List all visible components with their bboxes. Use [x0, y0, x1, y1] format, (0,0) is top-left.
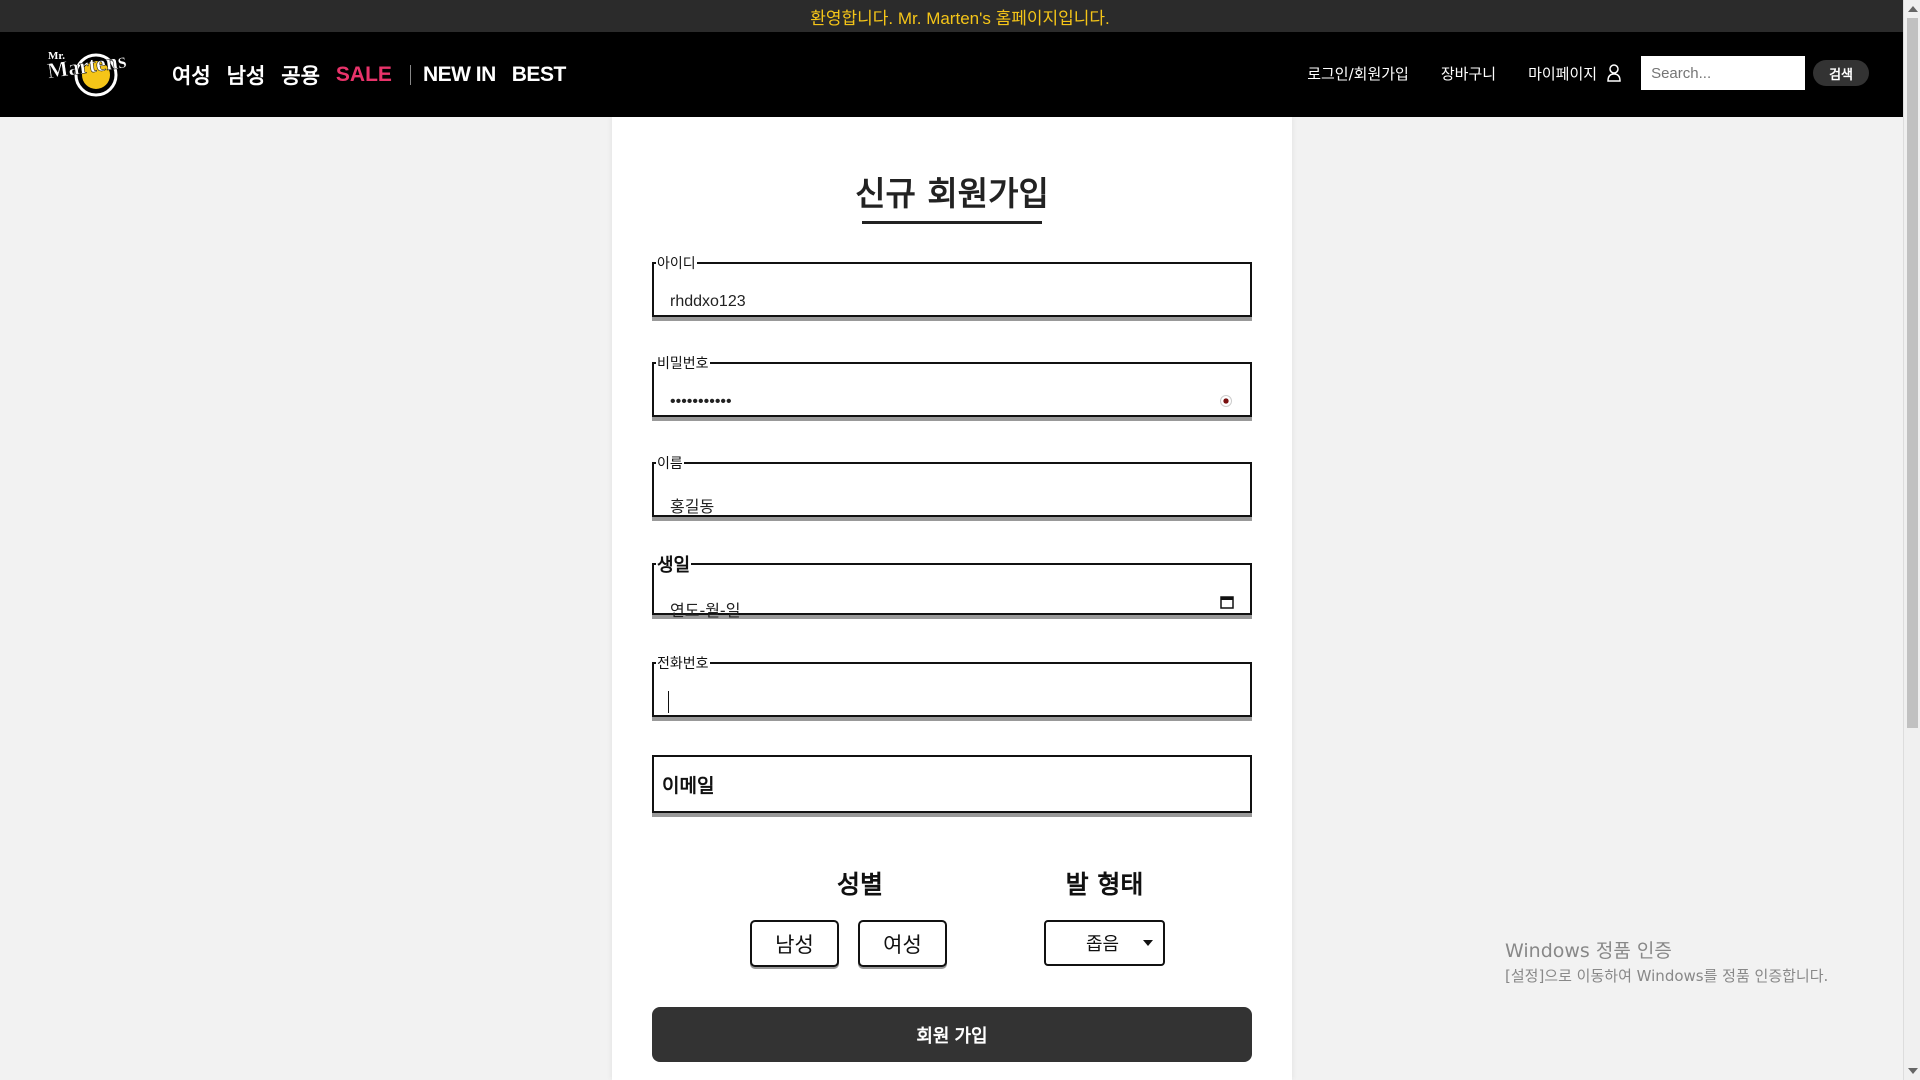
- windows-activation-watermark: Windows 정품 인증 [설정]으로 이동하여 Windows를 정품 인증…: [1505, 936, 1828, 986]
- announcement-text: 환영합니다. Mr. Marten's 홈페이지입니다.: [810, 8, 1110, 28]
- gender-female-button[interactable]: 여성: [858, 920, 947, 967]
- watermark-title: Windows 정품 인증: [1505, 940, 1672, 962]
- password-field[interactable]: 비밀번호 •••••••••••: [652, 353, 1252, 417]
- id-field[interactable]: 아이디 rhddxo123: [652, 253, 1252, 317]
- nav-new-in[interactable]: NEW IN: [423, 63, 496, 87]
- name-value: 홍길동: [670, 497, 715, 516]
- nav-divider: [409, 65, 411, 85]
- name-field[interactable]: 이름 홍길동: [652, 453, 1252, 517]
- text-caret: [668, 691, 669, 713]
- vertical-scrollbar[interactable]: [1903, 0, 1920, 1080]
- id-label: 아이디: [657, 256, 696, 272]
- foot-type-select[interactable]: 좁음: [1044, 920, 1165, 966]
- mypage-label: 마이페이지: [1528, 64, 1598, 83]
- foot-type-value: 좁음: [1086, 934, 1120, 955]
- dropdown-arrow-icon: [1143, 940, 1153, 946]
- scroll-up-icon[interactable]: [1908, 6, 1918, 12]
- name-label: 이름: [657, 456, 683, 472]
- login-link[interactable]: 로그인/회원가입: [1307, 63, 1409, 84]
- birth-label: 생일: [657, 555, 691, 576]
- announcement-bar: 환영합니다. Mr. Marten's 홈페이지입니다.: [0, 0, 1920, 32]
- search-input[interactable]: [1641, 56, 1806, 90]
- nav-men[interactable]: 남성: [227, 60, 266, 90]
- scroll-down-icon[interactable]: [1908, 1068, 1918, 1074]
- password-value: •••••••••••: [670, 393, 732, 410]
- main-nav: 여성 남성 공용 SALE NEW IN BEST: [172, 60, 582, 90]
- nav-best[interactable]: BEST: [512, 63, 567, 87]
- nav-sale[interactable]: SALE: [336, 63, 392, 87]
- phone-field[interactable]: 전화번호: [652, 653, 1252, 717]
- phone-label: 전화번호: [657, 656, 709, 672]
- watermark-subtitle: [설정]으로 이동하여 Windows를 정품 인증합니다.: [1505, 967, 1829, 985]
- gender-male-button[interactable]: 남성: [750, 920, 839, 967]
- svg-text:Mr.: Mr.: [48, 50, 65, 62]
- foot-type-label: 발 형태: [1065, 870, 1144, 899]
- brand-logo[interactable]: Martens Mr.: [45, 47, 134, 97]
- email-field[interactable]: 이메일: [652, 755, 1252, 813]
- id-value: rhddxo123: [670, 293, 746, 310]
- birth-value: 연도-월-일: [670, 601, 741, 620]
- nav-unisex[interactable]: 공용: [281, 60, 320, 90]
- password-label: 비밀번호: [657, 356, 709, 372]
- page-title: 신규 회원가입: [855, 174, 1049, 213]
- signup-submit-button[interactable]: 회원 가입: [652, 1007, 1252, 1062]
- title-underline: [862, 221, 1042, 224]
- header-right: 로그인/회원가입 장바구니 마이페이지 검색: [1307, 56, 1869, 90]
- calendar-icon[interactable]: [1220, 595, 1234, 609]
- show-password-icon[interactable]: [1220, 395, 1232, 407]
- logo-icon: Martens Mr.: [45, 47, 129, 97]
- birth-field[interactable]: 생일 연도-월-일: [652, 551, 1252, 620]
- signup-card: 신규 회원가입 아이디 rhddxo123 비밀번호 ••••••••••• 이…: [612, 117, 1292, 1080]
- user-icon: [1607, 64, 1621, 82]
- gender-label: 성별: [836, 870, 883, 899]
- search-button[interactable]: 검색: [1813, 60, 1869, 86]
- nav-women[interactable]: 여성: [172, 60, 211, 90]
- scroll-thumb[interactable]: [1907, 18, 1918, 728]
- mypage-link[interactable]: 마이페이지: [1528, 63, 1621, 84]
- site-header: Martens Mr. 여성 남성 공용 SALE NEW IN BEST 로그…: [0, 32, 1903, 117]
- email-label: 이메일: [662, 775, 715, 797]
- cart-link[interactable]: 장바구니: [1441, 63, 1496, 84]
